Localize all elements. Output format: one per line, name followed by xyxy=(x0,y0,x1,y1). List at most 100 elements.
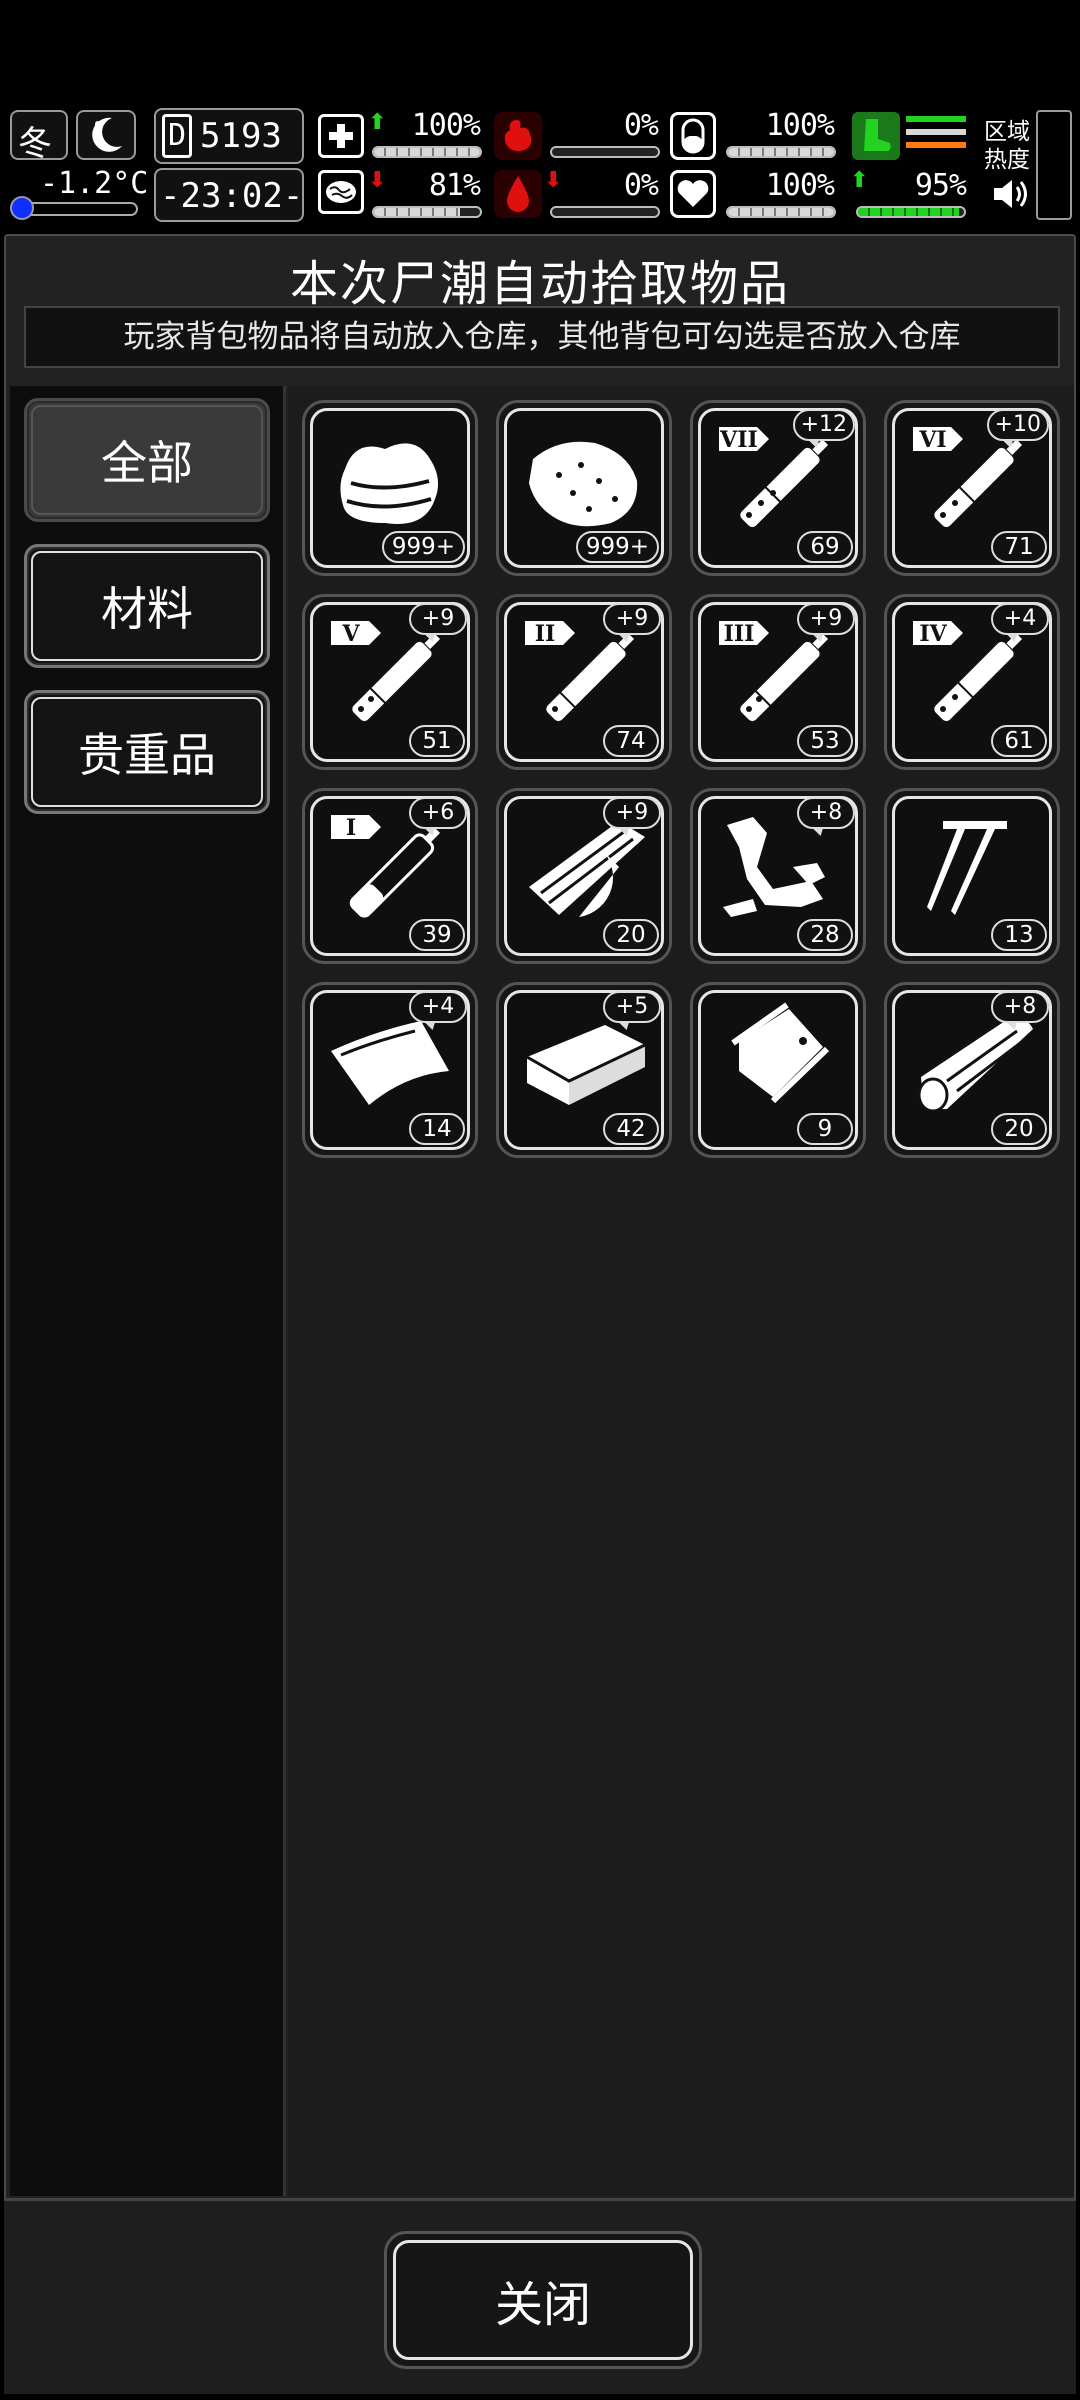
blood-bar xyxy=(550,206,660,218)
item-slot[interactable]: 999+ xyxy=(302,400,478,576)
category-tab-label: 贵重品 xyxy=(78,728,216,782)
dialog-footer: 关闭 xyxy=(4,2198,1076,2394)
item-count: 999+ xyxy=(381,531,465,563)
category-tab-materials[interactable]: 材料 xyxy=(24,544,270,668)
brain-value: 81% xyxy=(428,168,481,203)
health-bar xyxy=(372,146,482,158)
leg-status-stripes xyxy=(906,116,966,156)
category-tab-label: 材料 xyxy=(101,582,193,636)
category-tab-valuables[interactable]: 贵重品 xyxy=(24,690,270,814)
stomach-bar xyxy=(550,146,660,158)
leg-bar-fill xyxy=(858,208,959,216)
item-bonus-badge: +4 xyxy=(409,991,467,1023)
item-bonus-badge: +5 xyxy=(603,991,661,1023)
moon-icon xyxy=(76,110,136,160)
category-sidebar: 全部 材料 贵重品 xyxy=(10,386,286,2196)
item-count: 42 xyxy=(603,1113,659,1145)
syringe-tier: IV xyxy=(919,621,947,647)
item-slot[interactable]: IV +4 61 xyxy=(884,594,1060,770)
item-count: 20 xyxy=(603,919,659,951)
heart-bar-fill xyxy=(728,208,834,216)
item-count: 71 xyxy=(991,531,1047,563)
item-slot[interactable]: 9 xyxy=(690,982,866,1158)
temperature-readout: -1.2°C xyxy=(40,166,149,201)
item-bonus-badge: +6 xyxy=(409,797,467,829)
health-value: 100% xyxy=(411,108,481,143)
stamina-value: 100% xyxy=(765,108,835,143)
blood-drop-icon xyxy=(494,170,542,218)
item-count: 28 xyxy=(797,919,853,951)
stomach-icon xyxy=(494,112,542,160)
status-bar: 冬 -1.2°C D 5193 -23:02- ⬆ 100% ⬇ 81% 0% … xyxy=(0,104,1080,226)
stamina-bar xyxy=(726,146,836,158)
medkit-icon xyxy=(318,114,364,158)
day-prefix-icon: D xyxy=(162,114,192,158)
region-heat-meter xyxy=(1036,110,1072,220)
item-count: 13 xyxy=(991,919,1047,951)
blood-value: 0% xyxy=(623,168,659,203)
item-bonus-badge: +9 xyxy=(603,603,661,635)
item-slot[interactable]: +8 20 xyxy=(884,982,1060,1158)
day-counter: 5193 xyxy=(200,116,282,156)
syringe-tier: II xyxy=(535,621,556,647)
cloth-icon xyxy=(340,443,439,524)
item-slot[interactable]: V +9 51 xyxy=(302,594,478,770)
category-tab-all[interactable]: 全部 xyxy=(24,398,270,522)
leg-value: 95% xyxy=(914,168,967,203)
item-slot[interactable]: +5 42 xyxy=(496,982,672,1158)
heart-value: 100% xyxy=(765,168,835,203)
item-slot[interactable]: 13 xyxy=(884,788,1060,964)
item-slot[interactable]: VI +10 71 xyxy=(884,400,1060,576)
item-slot[interactable]: III +9 53 xyxy=(690,594,866,770)
stamina-bar-fill xyxy=(728,148,834,156)
item-slot[interactable]: +8 28 xyxy=(690,788,866,964)
item-slot[interactable]: +9 20 xyxy=(496,788,672,964)
close-button[interactable]: 关闭 xyxy=(384,2231,702,2369)
item-bonus-badge: +9 xyxy=(603,797,661,829)
item-count: 51 xyxy=(409,725,465,757)
speaker-icon[interactable] xyxy=(990,176,1030,216)
day-box: D 5193 xyxy=(154,108,304,164)
item-bonus-badge: +4 xyxy=(991,603,1049,635)
item-bonus-badge: +8 xyxy=(797,797,855,829)
heart-icon xyxy=(670,170,716,218)
syringe-tier: VII xyxy=(719,427,758,453)
syringe-tier: VI xyxy=(918,427,946,453)
item-count: 14 xyxy=(409,1113,465,1145)
item-count: 20 xyxy=(991,1113,1047,1145)
item-slot[interactable]: 999+ xyxy=(496,400,672,576)
clock-time: -23:02- xyxy=(160,176,304,216)
item-count: 53 xyxy=(797,725,853,757)
item-grid: 999+ 999+ VII +12 69 VI +10 71 V +9 51 I… xyxy=(288,386,1074,2196)
item-count: 999+ xyxy=(575,531,659,563)
temperature-dot xyxy=(10,196,34,220)
syringe-tier: V xyxy=(341,621,360,647)
boot-icon xyxy=(852,112,900,160)
item-count: 69 xyxy=(797,531,853,563)
capsule-icon xyxy=(670,112,716,160)
item-bonus-badge: +9 xyxy=(797,603,855,635)
heart-bar xyxy=(726,206,836,218)
season-label: 冬 xyxy=(18,124,52,164)
meat-icon xyxy=(529,441,638,527)
item-count: 39 xyxy=(409,919,465,951)
item-slot[interactable]: II +9 74 xyxy=(496,594,672,770)
close-button-label: 关闭 xyxy=(494,2277,591,2333)
item-slot[interactable]: VII +12 69 xyxy=(690,400,866,576)
item-slot[interactable]: I +6 39 xyxy=(302,788,478,964)
brain-bar xyxy=(372,206,482,218)
item-count: 61 xyxy=(991,725,1047,757)
region-heat-label: 区域热度 xyxy=(984,119,1030,173)
item-count: 9 xyxy=(797,1113,853,1145)
leg-bar xyxy=(856,206,966,218)
brain-bar-fill xyxy=(374,208,460,216)
health-bar-fill xyxy=(374,148,480,156)
item-bonus-badge: +12 xyxy=(792,409,855,441)
nails-icon xyxy=(927,821,1007,915)
item-slot[interactable]: +4 14 xyxy=(302,982,478,1158)
bag-icon xyxy=(731,1002,830,1104)
item-bonus-badge: +10 xyxy=(986,409,1049,441)
syringe-tier: I xyxy=(346,815,356,841)
item-bonus-badge: +9 xyxy=(409,603,467,635)
season-box: 冬 xyxy=(10,110,68,164)
